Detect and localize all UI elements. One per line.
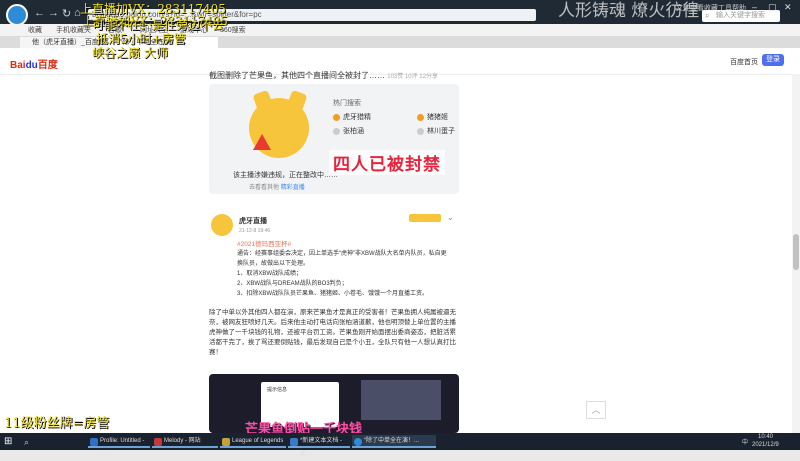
baidu-home-link[interactable]: 百度首页 [730,57,758,67]
baidu-article-page: Baidu百度 百度首页 登录 截图删除了芒果鱼，其他四个直播间全被封了…… 1… [0,48,800,433]
scroll-thumb[interactable] [793,234,799,270]
other-streams-link[interactable]: 去看看其他 精彩直播 [249,182,305,191]
post-line: 换队员，故做出以下处理。 [237,261,310,267]
post-line: 2、XBW战队与DREAM战队的BO3判负； [237,281,348,287]
post-author[interactable]: 虎牙直播 [239,216,267,226]
video-caption: 芒果鱼倒贴一千块钱 [245,421,363,433]
stream-brand-watermark: 人形铸魂 燎火彷徨 [558,1,700,21]
warning-icon [253,134,271,150]
video-scene [361,380,441,420]
overlay-rank-line: 峡谷之巅 大师 [92,46,168,60]
login-button[interactable]: 登录 [762,54,784,66]
post-line: 3、扣除XBW战队队员芒果鱼、猪猪姬、小卷毛、饿饿一个月直播工资。 [237,291,429,297]
browser-logo-icon[interactable] [6,4,28,26]
taskbar-item[interactable]: Profile: Untitled - ... [88,435,150,457]
page-scrollbar[interactable] [792,74,800,433]
search-icon: ⌕ [705,11,710,20]
maximize-icon[interactable]: ▢ [768,2,777,13]
back-icon[interactable]: ← [34,7,45,19]
clock-date[interactable]: 2021/12/9 [752,442,779,448]
hot-search-item[interactable]: 虎牙猎精 [333,112,371,122]
avatar[interactable] [211,214,233,236]
post-time: 21-12-8 19:46 [239,228,271,234]
video-thumbnail[interactable]: 提示信息 芒果鱼倒贴一千块钱 [209,374,459,433]
minimize-icon[interactable]: – [752,2,757,12]
previous-heading: 截图删除了芒果鱼，其他四个直播间全被封了…… 103赞 10评 12分享 [209,71,438,80]
hot-search-item[interactable]: 张柏涵 [333,126,364,136]
input-language[interactable]: 中 [742,437,748,446]
back-to-top-button[interactable]: ︿ [586,401,606,419]
post-line: 通告：经赛事组委会决定，因上单选手“虎神”非XBW战队大名单内队员，私自更 [237,251,447,257]
taskbar-search-icon[interactable]: ⌕ [24,437,29,448]
overlay-fan-badge: 11级粉丝牌=房管 [4,416,110,431]
clock-time[interactable]: 10:40 [758,434,773,440]
forward-icon[interactable]: → [48,7,59,19]
post-hashtag[interactable]: #2021德玛西亚杯# [237,238,291,248]
close-icon[interactable]: ✕ [784,2,792,13]
post-line: 1、取消XBW战队成绩； [237,271,303,277]
taskbar-item-active[interactable]: “除了中单全在演！... [352,435,436,448]
chevron-down-icon[interactable]: ⌄ [447,213,454,222]
windows-start-icon[interactable]: ⊞ [4,436,12,447]
baidu-logo[interactable]: Baidu百度 [10,56,58,71]
windows-taskbar: ⊞ ⌕ Profile: Untitled - ... Melody - 网站 … [0,433,800,457]
hot-search-item[interactable]: 林川蛋子 [417,126,455,136]
violation-note: 该主播涉嫌违规，正在整改中…… [233,172,338,179]
ban-notice-text: 四人已被封禁 [329,150,445,175]
bookmark-item[interactable]: 收藏 [28,25,42,35]
follow-badge[interactable] [409,214,441,222]
ban-screenshot-card: 热门搜索 虎牙猎精 猪猪姬 张柏涵 林川蛋子 四人已被封禁 该主播涉嫌违规，正在… [209,84,459,194]
refresh-icon[interactable]: ↻ [62,7,71,20]
taskbar-item[interactable]: *新建文本文档 - 记... [288,435,350,457]
hot-search-title: 热门搜索 [333,100,361,107]
article-paragraph: 除了中单以外其他四人都在演，原来芒果鱼才是真正的受害者！芒果鱼拥人纯属被逼无奈，… [209,309,456,356]
taskbar-item[interactable]: League of Legends [220,435,286,448]
hot-search-item[interactable]: 猪猪姬 [417,112,448,122]
taskbar-item[interactable]: Melody - 网站 [152,435,218,448]
